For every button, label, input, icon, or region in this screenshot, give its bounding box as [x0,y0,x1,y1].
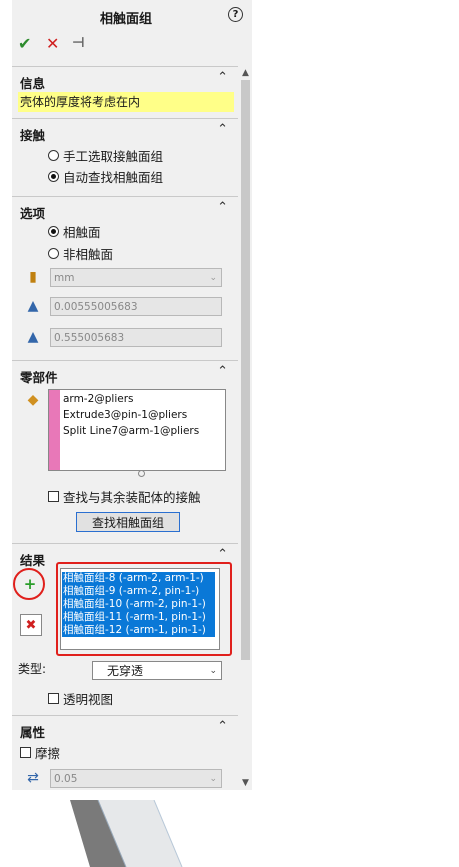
collapse-icon[interactable]: ⌃ [217,122,228,137]
checkbox-label: 摩擦 [35,746,61,761]
highlight-rectangle [56,562,232,656]
radio-touching[interactable]: 相触面 [48,222,101,241]
list-item[interactable]: Split Line7@arm-1@pliers [63,425,199,437]
info-section: 信息 ⌃ 壳体的厚度将考虑在内 [12,66,238,119]
collapse-icon[interactable]: ⌃ [217,547,228,562]
close-icon[interactable]: ✕ [46,34,59,53]
scrollbar[interactable]: ▲ ▼ [239,66,252,790]
collapse-icon[interactable]: ⌃ [217,200,228,215]
checkbox-label: 透明视图 [63,692,114,707]
collapse-icon[interactable]: ⌃ [217,719,228,734]
type-select[interactable]: 无穿透 ⌄ [92,661,222,680]
help-icon[interactable]: ? [228,7,243,22]
radio-label: 相触面 [63,225,101,240]
unit-value: mm [54,272,75,284]
components-list[interactable]: arm-2@pliers Extrude3@pin-1@pliers Split… [48,389,226,471]
panel-title: 相触面组 [99,12,152,27]
checkbox[interactable] [48,491,59,502]
radio-non-touching[interactable]: 非相触面 [48,244,113,263]
friction-field[interactable]: 0.05 ⌄ [50,769,222,788]
checkbox-friction[interactable]: 摩擦 [20,743,60,762]
components-section: 零部件 ⌃ ◆ arm-2@pliers Extrude3@pin-1@plie… [12,360,238,544]
property-manager: 相触面组 ? ✔ ✕ ⊣ 信息 ⌃ 壳体的厚度将考虑在内 接触 ⌃ 手工选取接触… [12,0,252,790]
radio-label: 自动查找相触面组 [63,170,164,185]
chevron-down-icon: ⌄ [209,273,217,283]
type-label: 类型: [18,662,47,676]
distance-field-1[interactable]: 0.00555005683 [50,297,222,316]
selection-marker [49,390,60,470]
info-message: 壳体的厚度将考虑在内 [18,92,234,112]
delete-contact-icon[interactable]: ✖ [20,614,42,636]
radio-auto[interactable]: 自动查找相触面组 [48,167,163,186]
find-contact-sets-button[interactable]: 查找相触面组 [76,512,180,532]
radio-button[interactable] [48,150,59,161]
list-item[interactable]: arm-2@pliers [63,393,134,405]
checkbox[interactable] [20,747,31,758]
friction-value: 0.05 [54,773,78,785]
checkbox[interactable] [48,693,59,704]
radio-label: 非相触面 [63,247,114,262]
radio-manual[interactable]: 手工选取接触面组 [48,146,163,165]
properties-section: 属性 ⌃ 摩擦 ⇄ 0.05 ⌄ [12,715,238,790]
scroll-down-icon[interactable]: ▼ [239,778,252,788]
section-header-options[interactable]: 选项 [20,203,45,222]
contact-section: 接触 ⌃ 手工选取接触面组 自动查找相触面组 [12,118,238,197]
options-section: 选项 ⌃ 相触面 非相触面 ▮ mm ⌄ ▲ 0.00555005683 ▲ 0… [12,196,238,361]
checkbox-other-contacts[interactable]: 查找与其余装配体的接触 [48,487,201,506]
list-item[interactable]: Extrude3@pin-1@pliers [63,409,187,421]
collapse-icon[interactable]: ⌃ [217,70,228,85]
section-header-properties[interactable]: 属性 [20,722,45,741]
section-header-components[interactable]: 零部件 [20,367,58,386]
distance-icon: ▲ [27,298,39,314]
check-icon[interactable]: ✔ [18,34,31,53]
collapse-icon[interactable]: ⌃ [217,364,228,379]
scroll-up-icon[interactable]: ▲ [239,68,252,78]
ruler-icon: ▮ [29,269,37,285]
distance-field-2[interactable]: 0.555005683 [50,328,222,347]
section-header-info[interactable]: 信息 [20,73,45,92]
radio-label: 手工选取接触面组 [63,149,164,164]
radio-button[interactable] [48,226,59,237]
chevron-down-icon: ⌄ [209,666,217,676]
section-header-contact[interactable]: 接触 [20,125,45,144]
pushpin-icon[interactable]: ⊣ [72,35,85,51]
unit-select[interactable]: mm ⌄ [50,268,222,287]
radio-button[interactable] [48,248,59,259]
model-graphic [70,800,183,867]
component-icon: ◆ [27,392,39,408]
section-header-results[interactable]: 结果 [20,550,45,569]
distance-icon: ▲ [27,329,39,345]
radio-button[interactable] [48,171,59,182]
friction-icon: ⇄ [27,770,39,786]
header: 相触面组 ? ✔ ✕ ⊣ [12,0,252,66]
checkbox-label: 查找与其余装配体的接触 [63,490,201,505]
chevron-down-icon: ⌄ [209,774,217,784]
checkbox-transparent[interactable]: 透明视图 [48,689,113,708]
highlight-circle [13,568,45,600]
resize-handle[interactable] [138,470,145,477]
scrollbar-thumb[interactable] [241,80,250,660]
type-value: 无穿透 [107,664,144,678]
